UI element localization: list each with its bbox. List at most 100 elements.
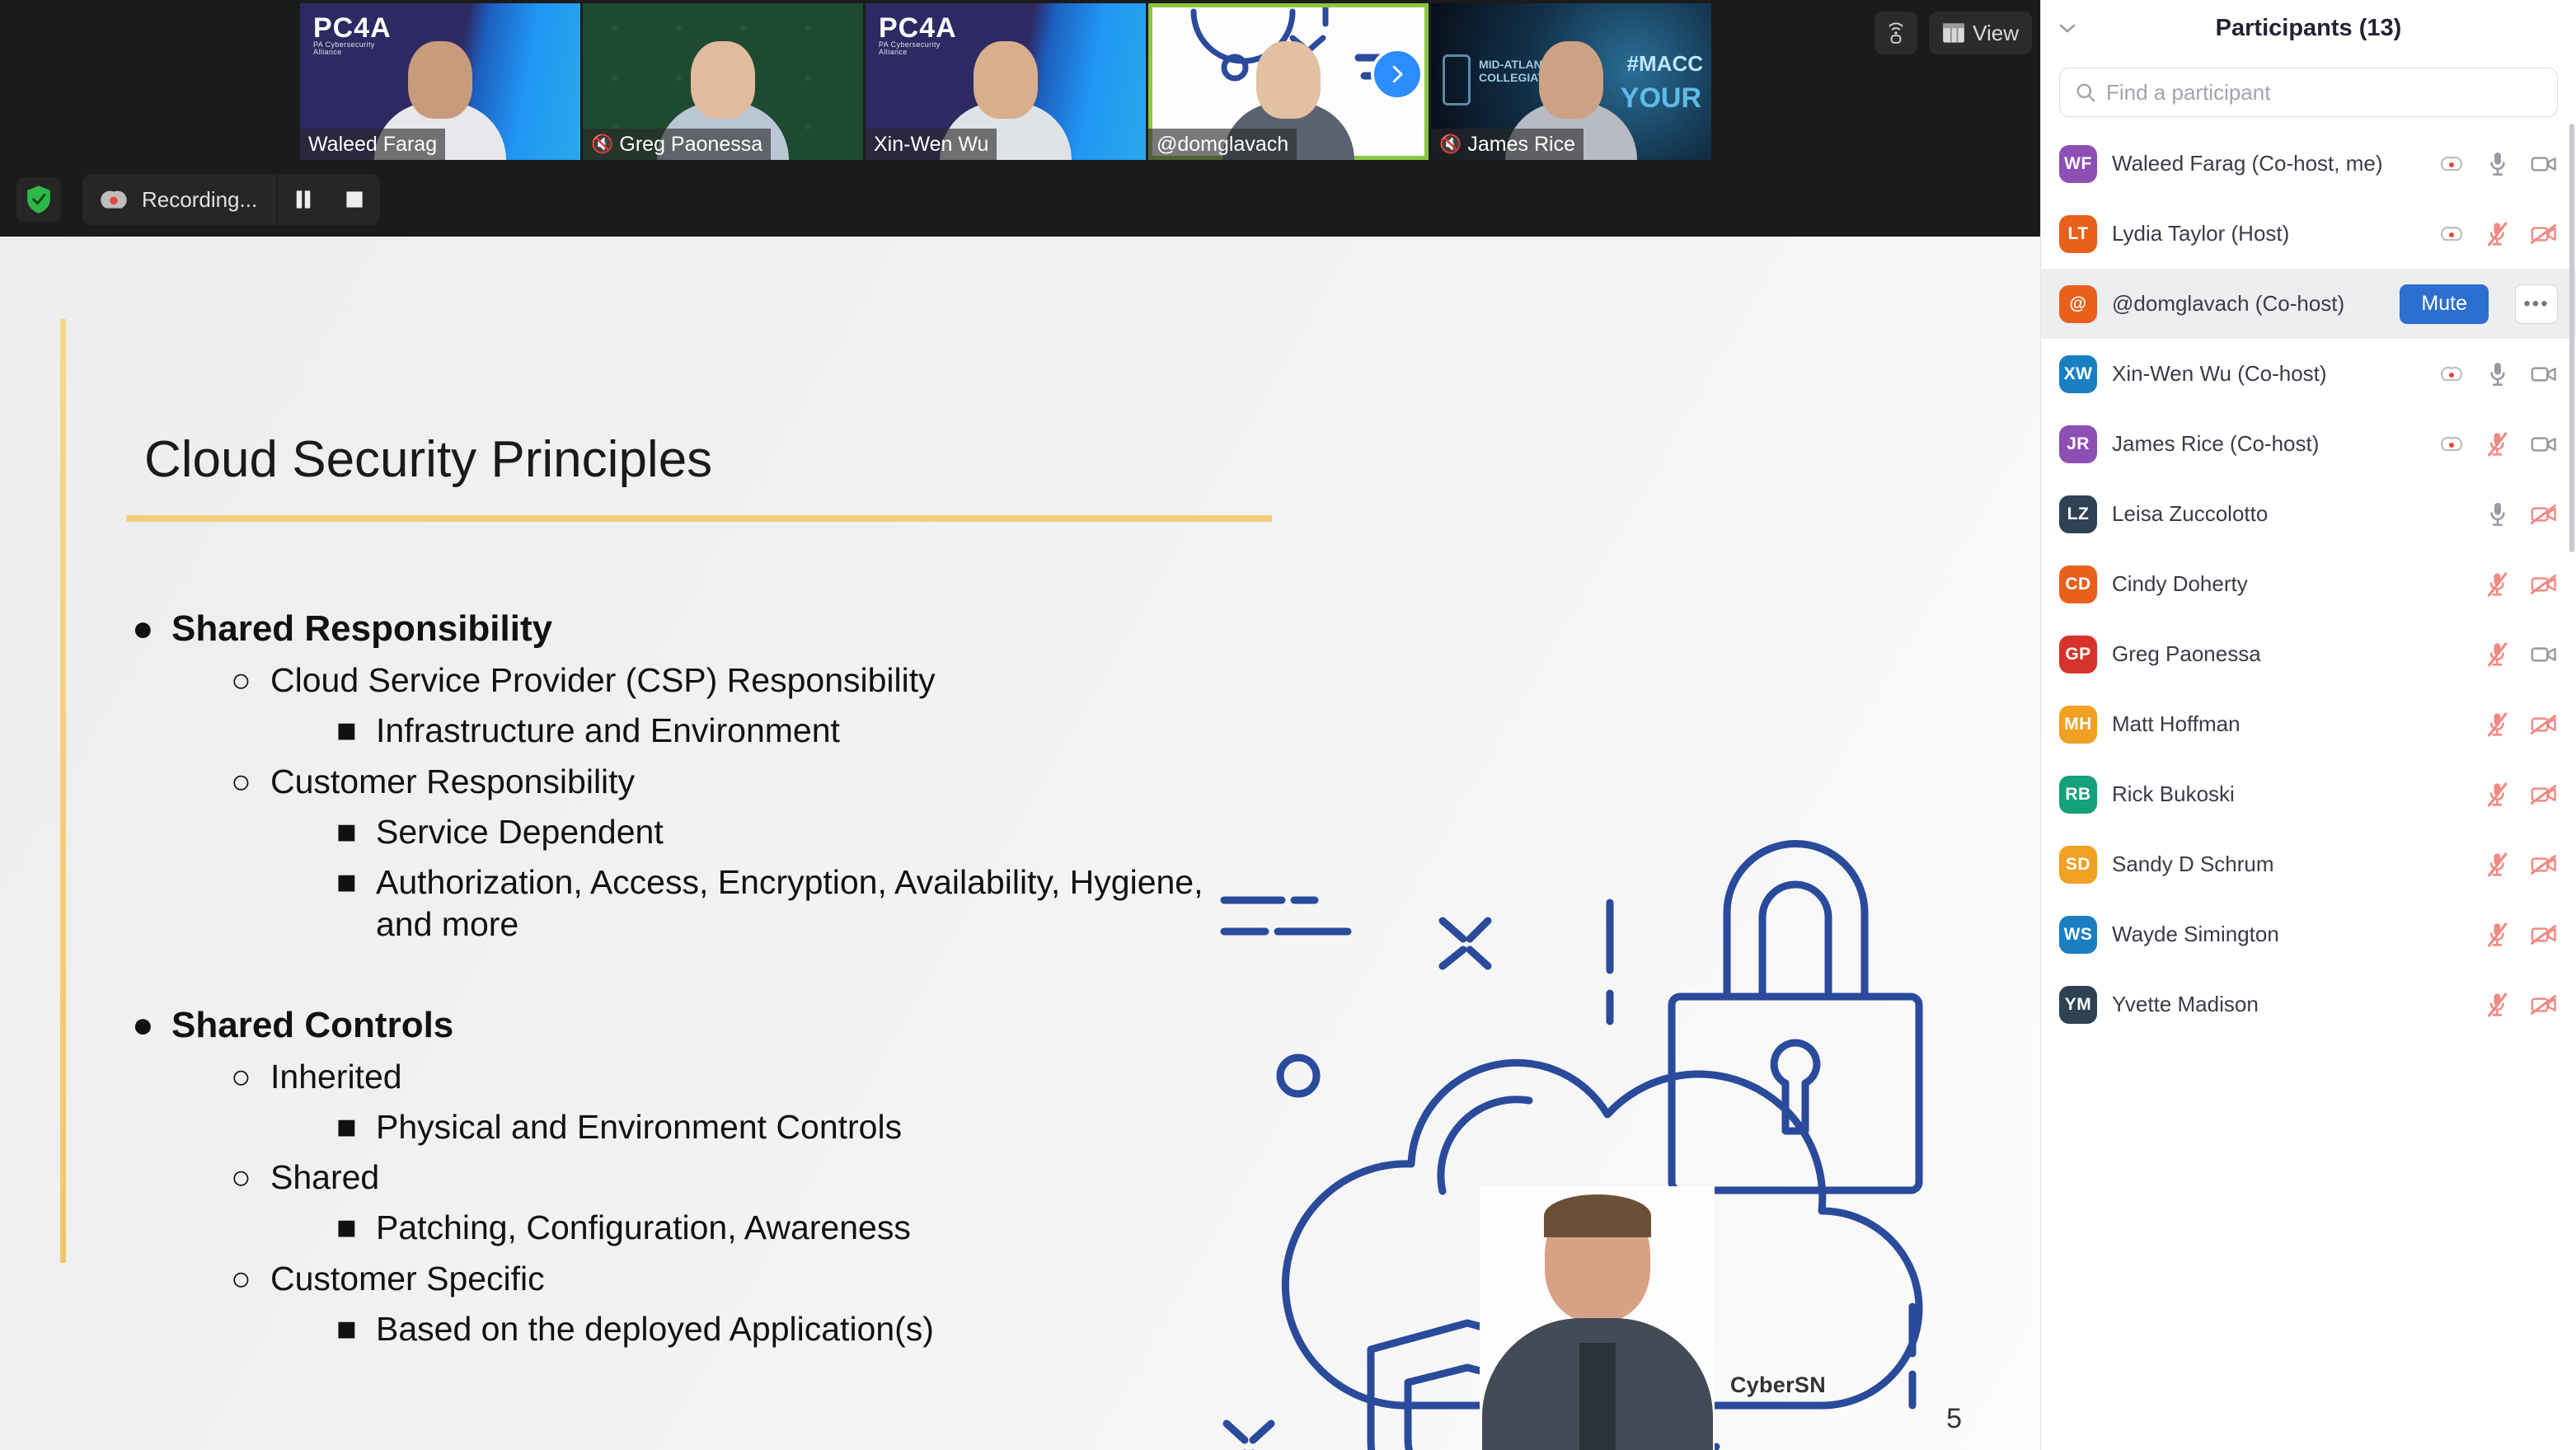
mic-status-icon[interactable]: [2484, 921, 2512, 949]
mic-status-icon[interactable]: [2484, 991, 2512, 1019]
mic-on-icon: [2490, 362, 2505, 386]
recording-cloud-icon: [2440, 436, 2463, 451]
participant-name: Wayde Simington: [2112, 922, 2279, 946]
security-button[interactable]: [16, 177, 61, 222]
thumbnail-name-badge: Xin-Wen Wu: [866, 129, 997, 160]
search-icon: [2076, 83, 2095, 102]
mic-status-icon[interactable]: [2484, 150, 2512, 178]
meeting-main-area: PC4A PA Cybersecurity Alliance Waleed Farag…: [0, 0, 2040, 1450]
mic-status-icon[interactable]: [2484, 781, 2512, 809]
avatar: YM: [2059, 985, 2097, 1024]
video-status-icon[interactable]: [2530, 991, 2558, 1019]
stop-icon: [346, 191, 363, 208]
mic-status-icon[interactable]: [2484, 851, 2512, 879]
video-off-icon: [2531, 574, 2557, 594]
participant-row[interactable]: WF Waleed Farag (Co-host, me): [2041, 129, 2576, 199]
search-box[interactable]: [2059, 68, 2558, 117]
participant-row[interactable]: GP Greg Paonessa: [2041, 619, 2576, 689]
video-status-icon[interactable]: [2530, 781, 2558, 809]
bullet-marker: ■: [336, 1107, 357, 1146]
bullet-marker: ■: [336, 863, 357, 901]
video-off-icon: [2531, 223, 2557, 244]
slide-bullet: ■ Infrastructure and Environment: [336, 710, 1204, 752]
participant-status-icons: [2438, 220, 2558, 248]
bullet-marker: ●: [132, 1004, 154, 1045]
participant-status-icons: [2438, 150, 2558, 178]
slide-bullet: ■ Based on the deployed Application(s): [336, 1308, 1204, 1350]
bullet-marker: ■: [336, 711, 357, 750]
video-status-icon[interactable]: [2530, 641, 2558, 669]
recording-status-label: Recording...: [142, 186, 258, 212]
video-thumbnail[interactable]: 🔇 Greg Paonessa: [583, 3, 863, 160]
thumbnail-name-label: @domglavach: [1157, 132, 1289, 156]
video-status-icon[interactable]: [2530, 921, 2558, 949]
participant-row[interactable]: @ @domglavach (Co-host) Mute •••: [2041, 269, 2576, 339]
participants-panel: Participants (13) WF Waleed Farag (Co-hos…: [2040, 0, 2576, 1450]
more-options-button[interactable]: •••: [2515, 284, 2558, 324]
video-thumbnail[interactable]: MID-ATLANTIC COLLEGIATE #MACC YOUR 🔇 James Ri…: [1431, 3, 1711, 160]
video-status-icon[interactable]: [2530, 500, 2558, 528]
participant-status-icons: [2438, 781, 2558, 809]
participant-row[interactable]: XW Xin-Wen Wu (Co-host): [2041, 339, 2576, 409]
panel-scrollbar[interactable]: [2569, 124, 2574, 552]
recording-status-icon: [2438, 500, 2466, 528]
video-thumbnail[interactable]: PC4A PA Cybersecurity Alliance Xin-Wen Wu: [866, 3, 1146, 160]
mic-status-icon[interactable]: [2484, 711, 2512, 739]
chevron-down-icon: [2059, 24, 2076, 33]
video-status-icon[interactable]: [2530, 570, 2558, 598]
active-speaker-video[interactable]: [1480, 1186, 1715, 1450]
participant-status-icons: [2438, 360, 2558, 388]
bullet-marker: ■: [336, 1309, 357, 1348]
filmstrip-next-button[interactable]: [1371, 48, 1424, 101]
bullet-marker: ○: [231, 762, 251, 800]
video-status-icon[interactable]: [2530, 150, 2558, 178]
mic-status-icon[interactable]: [2484, 220, 2512, 248]
video-status-icon[interactable]: [2530, 430, 2558, 458]
participant-row[interactable]: LT Lydia Taylor (Host): [2041, 199, 2576, 269]
mic-status-icon[interactable]: [2484, 641, 2512, 669]
participant-row[interactable]: LZ Leisa Zuccolotto: [2041, 479, 2576, 549]
participant-row[interactable]: WS Wayde Simington: [2041, 899, 2576, 969]
bullet-text: Customer Responsibility: [270, 762, 636, 800]
slide-bullet: ○ Cloud Service Provider (CSP) Responsibi…: [231, 659, 1204, 702]
mic-status-icon[interactable]: [2484, 570, 2512, 598]
slide-bullet-list: ● Shared Responsibility ○ Cloud Service Pro…: [132, 591, 1204, 1350]
video-status-icon[interactable]: [2530, 360, 2558, 388]
video-status-icon[interactable]: [2530, 851, 2558, 879]
view-button[interactable]: View: [1929, 12, 2032, 54]
video-status-icon[interactable]: [2530, 711, 2558, 739]
pause-recording-button[interactable]: [278, 174, 329, 225]
slide-bullet: ■ Patching, Configuration, Awareness: [336, 1207, 1204, 1249]
slide-page-number: 5: [1946, 1403, 1962, 1434]
participant-row[interactable]: YM Yvette Madison: [2041, 969, 2576, 1039]
bullet-text: Service Dependent: [376, 812, 664, 851]
video-off-icon: [2531, 854, 2557, 875]
thumbnail-name-label: Waleed Farag: [308, 132, 438, 156]
participant-row[interactable]: RB Rick Bukoski: [2041, 759, 2576, 829]
mic-off-icon: [2488, 641, 2508, 667]
bullet-marker: ■: [336, 1208, 357, 1247]
bullet-text: Shared: [270, 1158, 380, 1196]
collapse-panel-button[interactable]: [2053, 15, 2082, 41]
video-status-icon[interactable]: [2530, 220, 2558, 248]
connection-status-button[interactable]: [1875, 12, 1918, 54]
participant-name: Rick Bukoski: [2112, 781, 2235, 806]
mic-status-icon[interactable]: [2484, 360, 2512, 388]
participant-status-icons: [2438, 921, 2558, 949]
video-thumbnail[interactable]: PC4A PA Cybersecurity Alliance Waleed Farag: [300, 3, 580, 160]
participant-row[interactable]: CD Cindy Doherty: [2041, 549, 2576, 619]
participant-row[interactable]: JR James Rice (Co-host): [2041, 409, 2576, 479]
participants-search-wrap: [2041, 56, 2576, 125]
participant-name: James Rice (Co-host): [2112, 431, 2320, 456]
mic-status-icon[interactable]: [2484, 430, 2512, 458]
mic-status-icon[interactable]: [2484, 500, 2512, 528]
search-input[interactable]: [2106, 79, 2542, 106]
mute-participant-button[interactable]: Mute: [2400, 284, 2489, 324]
bullet-marker: ○: [231, 661, 251, 699]
participant-row[interactable]: SD Sandy D Schrum: [2041, 829, 2576, 899]
mic-off-icon: [2488, 781, 2508, 807]
stop-recording-button[interactable]: [329, 174, 380, 225]
chevron-right-icon: [1392, 65, 1403, 83]
participant-row[interactable]: MH Matt Hoffman: [2041, 689, 2576, 759]
mic-off-icon: [2488, 571, 2508, 597]
